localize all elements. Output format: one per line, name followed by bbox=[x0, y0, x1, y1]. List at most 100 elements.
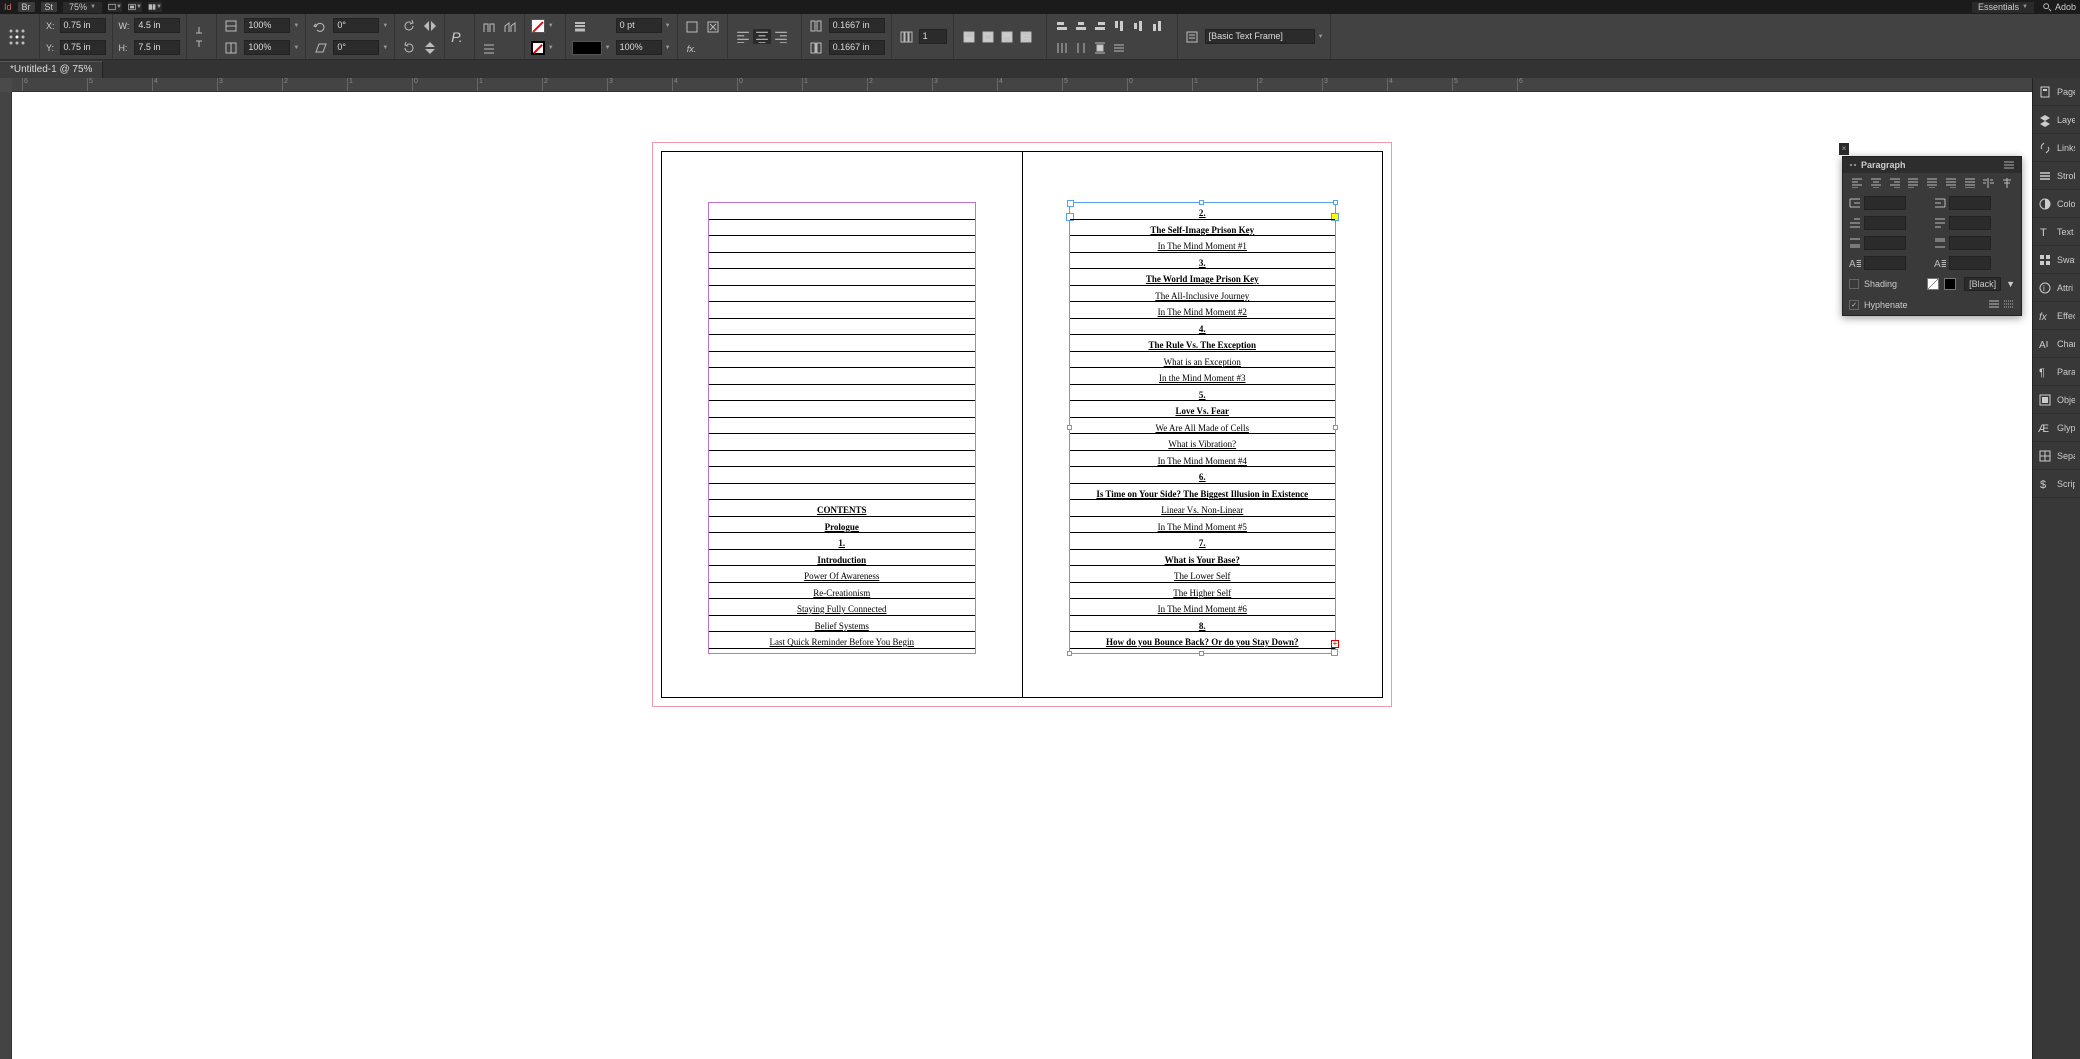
panel-close-button[interactable]: × bbox=[1839, 143, 1849, 155]
panel-tab-obj[interactable]: Obje bbox=[2033, 386, 2080, 414]
pasteboard[interactable]: CONTENTSPrologue1.IntroductionPower Of A… bbox=[12, 92, 2032, 1059]
view-dropdown-2[interactable]: ▼ bbox=[128, 2, 142, 12]
vjust-justify-button[interactable] bbox=[1017, 29, 1035, 44]
panel-tab-stroke[interactable]: Strok bbox=[2033, 162, 2080, 190]
panel-tab-pages[interactable]: Page bbox=[2033, 78, 2080, 106]
dropcap-chars-input[interactable] bbox=[1949, 256, 1991, 270]
fill-swatch[interactable] bbox=[531, 19, 545, 33]
shading-checkbox[interactable] bbox=[1849, 279, 1859, 289]
rotate-input[interactable]: 0° bbox=[333, 18, 379, 33]
y-input[interactable]: 0.75 in bbox=[60, 40, 106, 55]
reference-point-grid[interactable] bbox=[0, 14, 40, 59]
panel-tab-script[interactable]: $Scrip bbox=[2033, 470, 2080, 498]
right-indent-input[interactable] bbox=[1949, 196, 1991, 210]
panel-tab-links[interactable]: Links bbox=[2033, 134, 2080, 162]
space-before-input[interactable] bbox=[1864, 236, 1906, 250]
shading-color-select[interactable]: [Black] bbox=[1964, 277, 2001, 291]
search-icon[interactable]: Adob bbox=[2042, 2, 2076, 12]
align-left-edges-button[interactable] bbox=[1053, 18, 1071, 33]
rotate-ccw-button[interactable] bbox=[401, 18, 417, 34]
hyphenate-checkbox[interactable]: ✓ bbox=[1849, 300, 1859, 310]
fx-button[interactable]: fx. bbox=[684, 41, 700, 57]
dropcap-lines-input[interactable] bbox=[1864, 256, 1906, 270]
w-input[interactable]: 4.5 in bbox=[134, 18, 180, 33]
x-input[interactable]: 0.75 in bbox=[60, 18, 106, 33]
stroke-swatch[interactable] bbox=[531, 41, 545, 55]
shading-color-swatch[interactable] bbox=[1944, 278, 1956, 290]
paragraph-formatting-toggle[interactable]: P. bbox=[445, 14, 474, 59]
stroke-style-select[interactable] bbox=[572, 41, 602, 55]
scale-x-input[interactable]: 100% bbox=[244, 18, 290, 33]
distribute-hcenter-button[interactable] bbox=[1072, 40, 1090, 55]
column-gutter-input[interactable]: 0.1667 in bbox=[829, 18, 885, 33]
flip-horizontal-button[interactable] bbox=[422, 18, 438, 34]
document-tab[interactable]: *Untitled-1 @ 75% bbox=[0, 61, 103, 78]
columns-input[interactable]: 1 bbox=[919, 29, 947, 44]
align-top-edges-button[interactable] bbox=[1110, 18, 1128, 33]
panel-tab-sep[interactable]: Sepa bbox=[2033, 442, 2080, 470]
align-to-baseline-on-button[interactable] bbox=[2003, 299, 2015, 311]
first-line-indent-input[interactable] bbox=[1864, 216, 1906, 230]
align-left-button[interactable] bbox=[734, 29, 752, 44]
para-toward-spine-button[interactable] bbox=[1999, 176, 2015, 190]
object-style-select[interactable]: [Basic Text Frame] bbox=[1205, 29, 1315, 44]
h-input[interactable]: 7.5 in bbox=[134, 40, 180, 55]
fixedflow-icon[interactable] bbox=[481, 41, 497, 57]
panel-tab-attr[interactable]: iAttri bbox=[2033, 274, 2080, 302]
align-right-edges-button[interactable] bbox=[1091, 18, 1109, 33]
para-justify-left-button[interactable] bbox=[1905, 176, 1921, 190]
space-after-input[interactable] bbox=[1949, 236, 1991, 250]
last-line-indent-input[interactable] bbox=[1949, 216, 1991, 230]
flip-vertical-button[interactable] bbox=[422, 40, 438, 56]
page-right[interactable]: + 2.The Self-Image Prison KeyIn The Mind… bbox=[1022, 152, 1383, 697]
text-wrap-button[interactable] bbox=[1091, 40, 1109, 55]
vjust-center-button[interactable] bbox=[979, 29, 997, 44]
panel-tab-fx[interactable]: fxEffec bbox=[2033, 302, 2080, 330]
column-balance-input[interactable]: 0.1667 in bbox=[829, 40, 885, 55]
para-align-right-button[interactable] bbox=[1887, 176, 1903, 190]
para-justify-all-button[interactable] bbox=[1962, 176, 1978, 190]
para-away-spine-button[interactable] bbox=[1980, 176, 1996, 190]
text-frame-left[interactable]: CONTENTSPrologue1.IntroductionPower Of A… bbox=[708, 202, 976, 654]
autoflow-icon[interactable] bbox=[481, 19, 497, 35]
distribute-left-button[interactable] bbox=[1053, 40, 1071, 55]
panel-tab-color[interactable]: Colo bbox=[2033, 190, 2080, 218]
para-align-left-button[interactable] bbox=[1849, 176, 1865, 190]
page-left[interactable]: CONTENTSPrologue1.IntroductionPower Of A… bbox=[662, 152, 1022, 697]
rotate-cw-button[interactable] bbox=[401, 40, 417, 56]
align-hcenter-button[interactable] bbox=[1072, 18, 1090, 33]
paragraph-panel[interactable]: × Paragraph A≣ A≣ Shading [ bbox=[1842, 156, 2022, 316]
panel-tab-text[interactable]: TText bbox=[2033, 218, 2080, 246]
align-bottom-edges-button[interactable] bbox=[1148, 18, 1166, 33]
semiautoflow-icon[interactable] bbox=[502, 19, 518, 35]
auto-size-button[interactable] bbox=[684, 19, 700, 35]
stroke-weight-input[interactable]: 0 pt bbox=[616, 18, 662, 33]
text-frame-right[interactable]: + 2.The Self-Image Prison KeyIn The Mind… bbox=[1069, 202, 1337, 654]
para-justify-right-button[interactable] bbox=[1943, 176, 1959, 190]
zoom-level-select[interactable]: 75%▼ bbox=[63, 2, 102, 13]
scale-effect-input[interactable]: 100% bbox=[616, 40, 662, 55]
panel-tab-layers[interactable]: Laye bbox=[2033, 106, 2080, 134]
panel-tab-char[interactable]: AChar bbox=[2033, 330, 2080, 358]
panel-tab-para[interactable]: ¶Para bbox=[2033, 358, 2080, 386]
shading-swatch-icon[interactable] bbox=[1927, 278, 1939, 290]
align-to-baseline-off-button[interactable] bbox=[1988, 299, 2000, 311]
chevron-down-icon[interactable]: ▼ bbox=[2006, 279, 2015, 289]
shear-input[interactable]: 0° bbox=[333, 40, 379, 55]
workspace-switcher[interactable]: Essentials▼ bbox=[1972, 2, 2034, 13]
fit-frame-button[interactable] bbox=[705, 19, 721, 35]
constrain-proportions-button[interactable] bbox=[187, 14, 217, 59]
bridge-button[interactable]: Br bbox=[18, 2, 35, 12]
align-center-button[interactable] bbox=[753, 29, 771, 44]
left-indent-input[interactable] bbox=[1864, 196, 1906, 210]
baseline-grid-button[interactable] bbox=[1110, 40, 1128, 55]
stock-button[interactable]: St bbox=[41, 2, 58, 12]
scale-y-input[interactable]: 100% bbox=[244, 40, 290, 55]
vjust-bottom-button[interactable] bbox=[998, 29, 1016, 44]
panel-tab-swatches[interactable]: Swat bbox=[2033, 246, 2080, 274]
para-align-center-button[interactable] bbox=[1868, 176, 1884, 190]
panel-menu-icon[interactable] bbox=[2003, 161, 2015, 169]
align-vcenter-button[interactable] bbox=[1129, 18, 1147, 33]
align-right-button[interactable] bbox=[772, 29, 790, 44]
vjust-top-button[interactable] bbox=[960, 29, 978, 44]
